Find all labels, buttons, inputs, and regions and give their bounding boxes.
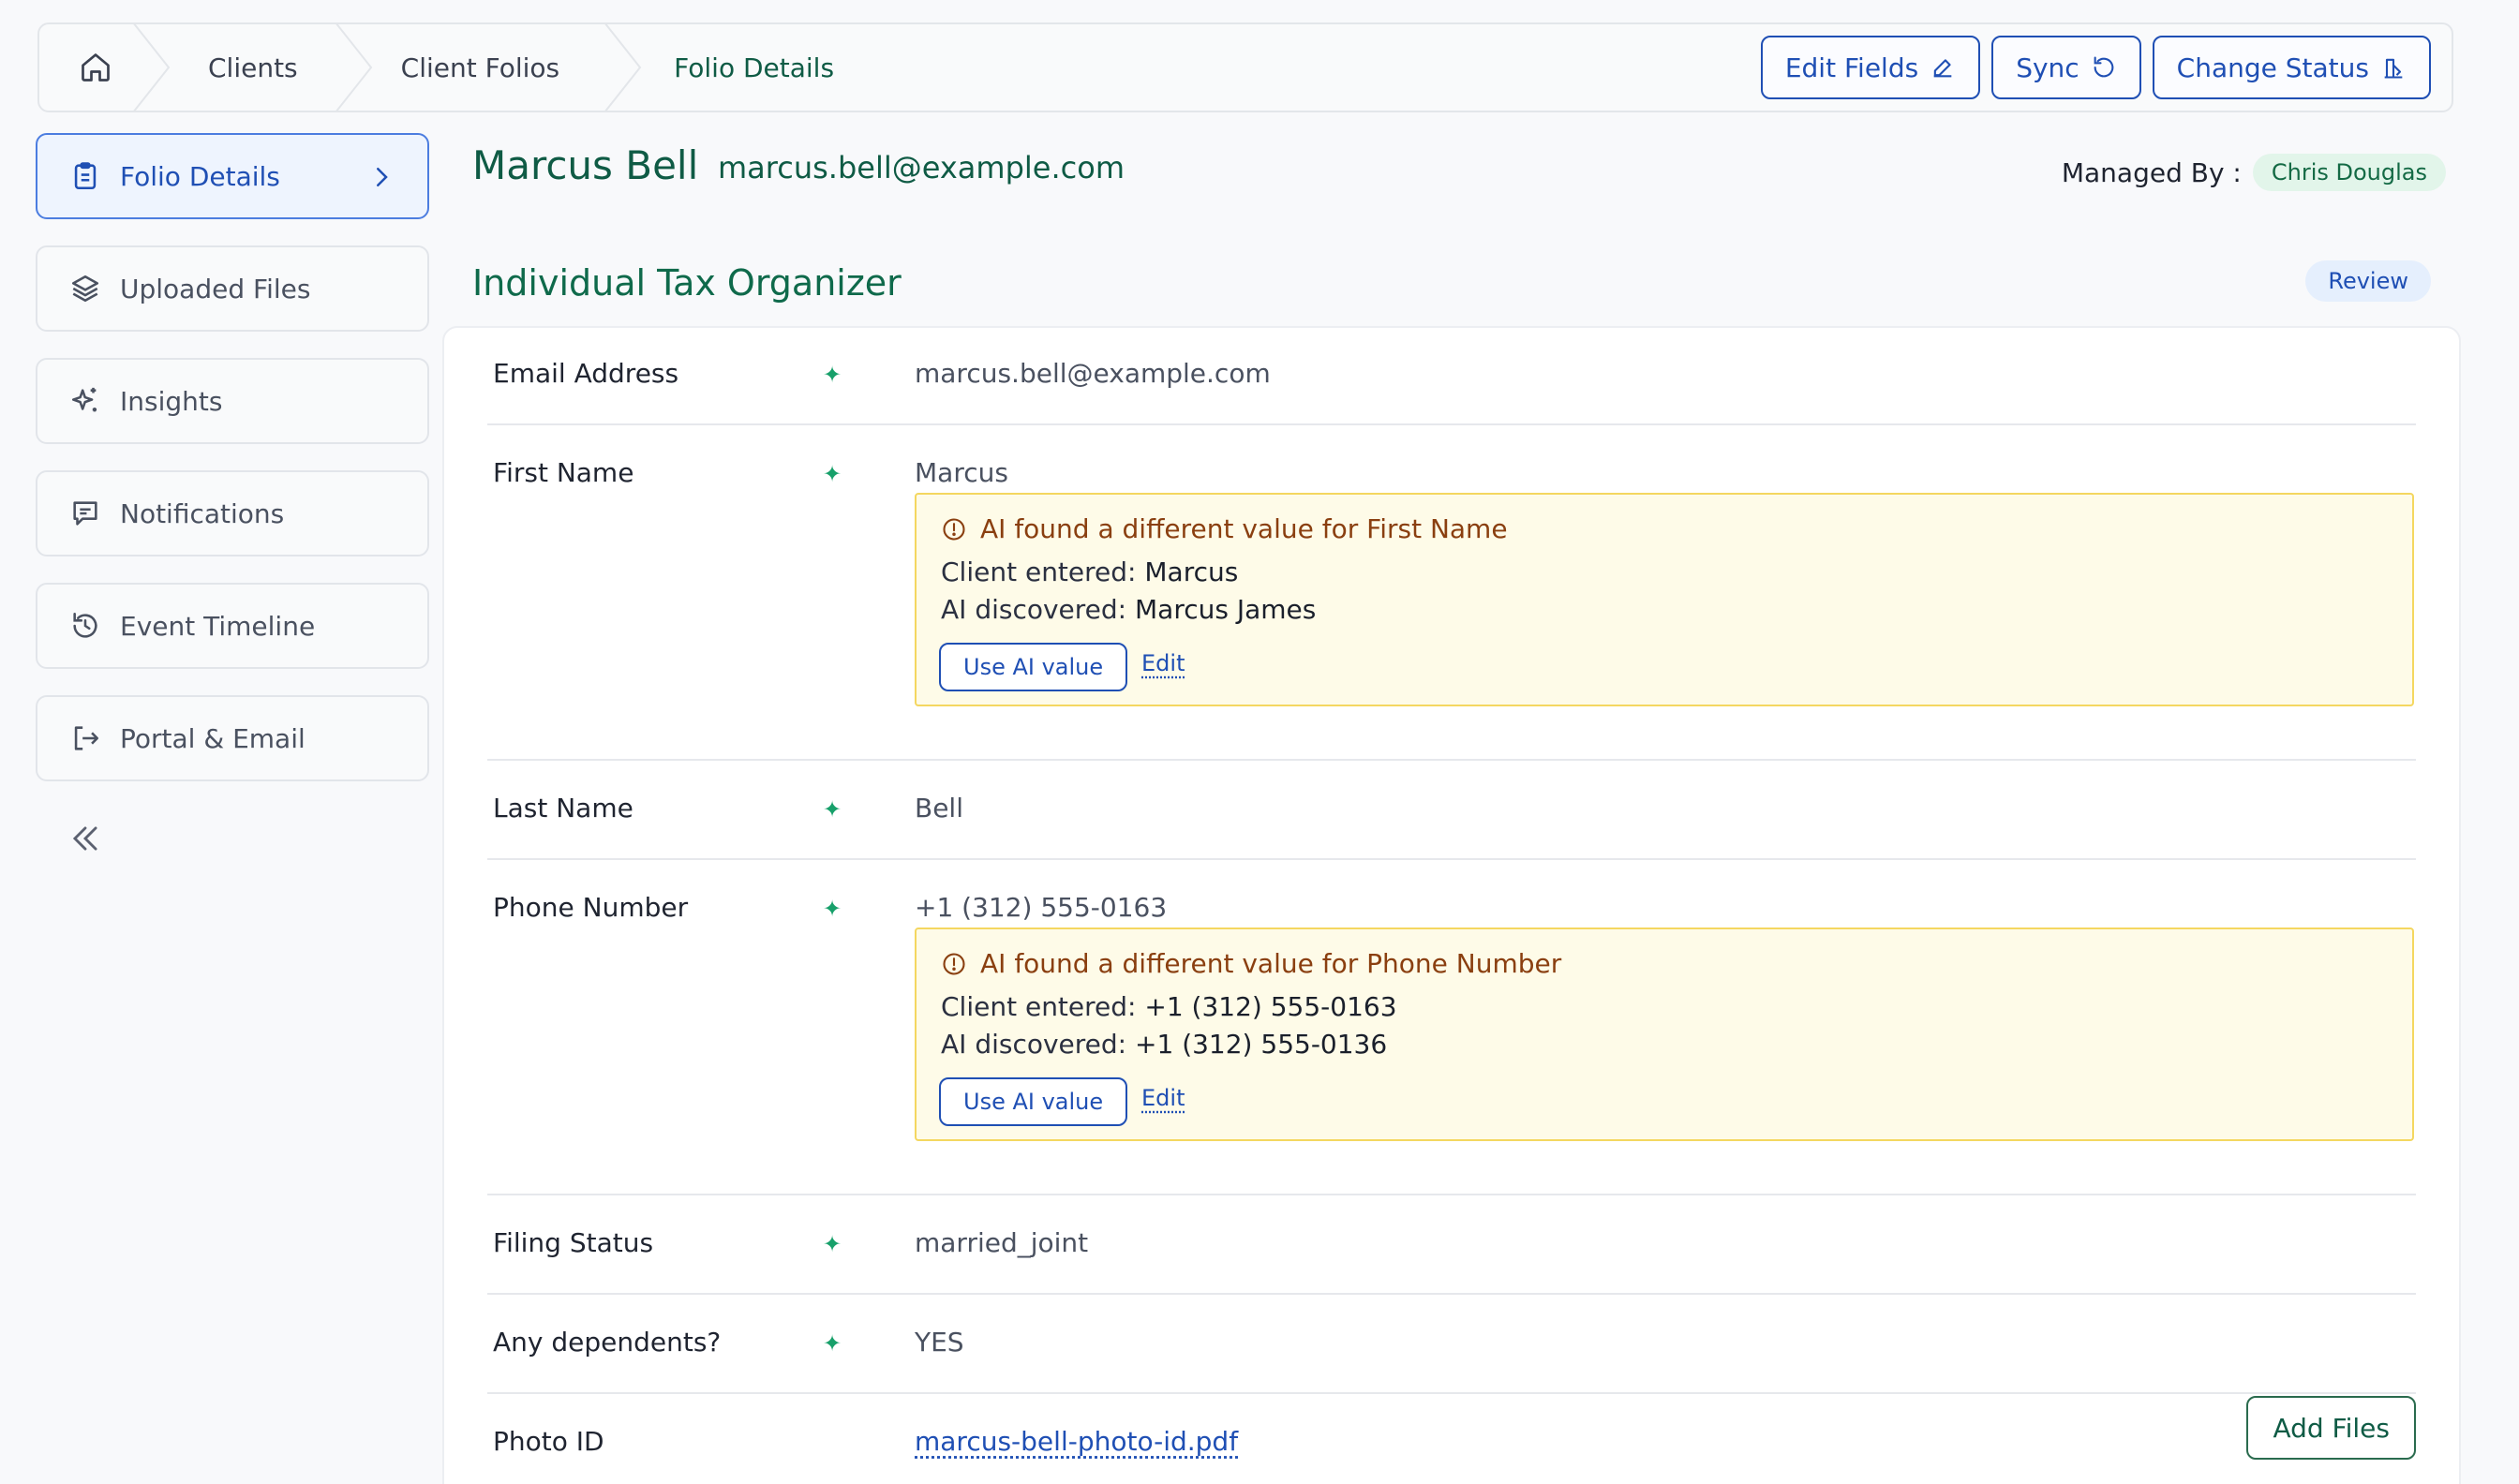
- home-icon: [79, 51, 112, 84]
- field-value: Marcus: [915, 457, 1008, 488]
- field-row-phone: Phone Number ✦ +1 (312) 555-0163 AI foun…: [487, 892, 2416, 1195]
- managed-by-label: Managed By :: [2062, 157, 2242, 188]
- ai-sparkle-icon: ✦: [823, 1330, 842, 1357]
- edit-link[interactable]: Edit: [1141, 1085, 1185, 1111]
- collapse-sidebar-button[interactable]: [67, 821, 103, 856]
- field-value: Bell: [915, 793, 963, 824]
- logout-icon: [69, 722, 101, 754]
- photo-id-file-link[interactable]: marcus-bell-photo-id.pdf: [915, 1426, 1238, 1457]
- alert-circle-icon: [941, 516, 967, 542]
- breadcrumb-item-folio-details: Folio Details: [623, 24, 834, 111]
- chevrons-left-icon: [67, 821, 103, 856]
- ai-sparkle-icon: ✦: [823, 1231, 842, 1257]
- sidebar-item-portal-email[interactable]: Portal & Email: [36, 695, 429, 781]
- sparkles-icon: [69, 385, 101, 417]
- edit-link[interactable]: Edit: [1141, 650, 1185, 676]
- field-row-dependents: Any dependents? ✦ YES: [487, 1327, 2416, 1394]
- alert-heading: AI found a different value for First Nam…: [980, 513, 1508, 544]
- field-label: Last Name: [493, 793, 633, 824]
- field-label: Any dependents?: [493, 1327, 721, 1358]
- status-icon: [2380, 54, 2407, 81]
- field-value: married_joint: [915, 1227, 1088, 1258]
- ai-sparkle-icon: ✦: [823, 362, 842, 388]
- ai-discrepancy-alert: AI found a different value for First Nam…: [915, 493, 2414, 706]
- ai-sparkle-icon: ✦: [823, 461, 842, 487]
- field-label: Phone Number: [493, 892, 688, 923]
- ai-discovered-line: AI discovered: Marcus James: [941, 594, 1316, 625]
- field-value: YES: [915, 1327, 964, 1358]
- client-name: Marcus Bell: [472, 142, 698, 188]
- field-label: Filing Status: [493, 1227, 653, 1258]
- ai-discrepancy-alert: AI found a different value for Phone Num…: [915, 928, 2414, 1141]
- ai-sparkle-icon: ✦: [823, 896, 842, 922]
- breadcrumb-bar: Clients Client Folios Folio Details Edit…: [37, 22, 2453, 112]
- field-row-first-name: First Name ✦ Marcus AI found a different…: [487, 457, 2416, 761]
- client-email: marcus.bell@example.com: [718, 150, 1125, 186]
- field-row-last-name: Last Name ✦ Bell: [487, 793, 2416, 860]
- layers-icon: [69, 273, 101, 304]
- ai-sparkle-icon: ✦: [823, 796, 842, 823]
- section-title: Individual Tax Organizer: [472, 262, 902, 304]
- ai-discovered-line: AI discovered: +1 (312) 555-0136: [941, 1029, 1387, 1060]
- status-badge: Review: [2305, 260, 2431, 302]
- field-label: First Name: [493, 457, 633, 488]
- sidebar-item-uploaded-files[interactable]: Uploaded Files: [36, 245, 429, 332]
- field-label: Photo ID: [493, 1426, 604, 1457]
- pencil-icon: [1930, 54, 1956, 81]
- home-button[interactable]: [39, 24, 152, 111]
- sidebar-item-folio-details[interactable]: Folio Details: [36, 133, 429, 219]
- alert-heading: AI found a different value for Phone Num…: [980, 948, 1561, 979]
- sidebar-item-event-timeline[interactable]: Event Timeline: [36, 583, 429, 669]
- field-row-filing-status: Filing Status ✦ married_joint: [487, 1227, 2416, 1295]
- refresh-icon: [2091, 54, 2117, 81]
- change-status-button[interactable]: Change Status: [2153, 36, 2431, 99]
- add-files-button[interactable]: Add Files: [2246, 1396, 2416, 1460]
- sidebar-item-notifications[interactable]: Notifications: [36, 470, 429, 556]
- field-value: +1 (312) 555-0163: [915, 892, 1167, 923]
- field-value: marcus.bell@example.com: [915, 358, 1271, 389]
- sync-button[interactable]: Sync: [1991, 36, 2140, 99]
- manager-badge: Chris Douglas: [2253, 154, 2446, 191]
- edit-fields-button[interactable]: Edit Fields: [1761, 36, 1980, 99]
- use-ai-value-button[interactable]: Use AI value: [939, 643, 1127, 691]
- clipboard-icon: [69, 160, 101, 192]
- managed-by: Managed By : Chris Douglas: [2062, 154, 2446, 191]
- sidebar-item-insights[interactable]: Insights: [36, 358, 429, 444]
- field-row-photo-id: Photo ID marcus-bell-photo-id.pdf Add Fi…: [487, 1426, 2416, 1484]
- breadcrumb-item-clients[interactable]: Clients: [152, 24, 354, 111]
- use-ai-value-button[interactable]: Use AI value: [939, 1077, 1127, 1126]
- message-icon: [69, 497, 101, 529]
- history-icon: [69, 610, 101, 642]
- breadcrumb-item-client-folios[interactable]: Client Folios: [354, 24, 623, 111]
- chevron-right-icon: [367, 163, 395, 191]
- field-row-email: Email Address ✦ marcus.bell@example.com: [487, 358, 2416, 425]
- client-entered-line: Client entered: +1 (312) 555-0163: [941, 991, 1397, 1022]
- client-entered-line: Client entered: Marcus: [941, 556, 1238, 587]
- field-label: Email Address: [493, 358, 678, 389]
- alert-circle-icon: [941, 951, 967, 977]
